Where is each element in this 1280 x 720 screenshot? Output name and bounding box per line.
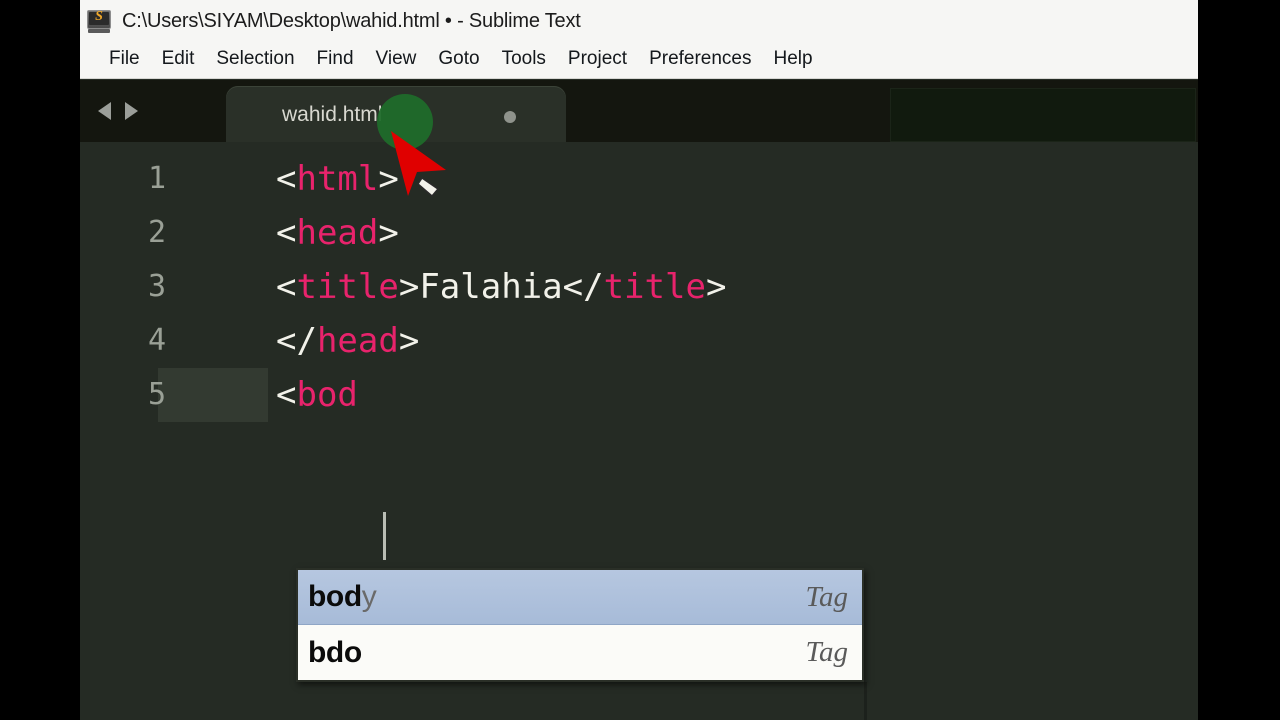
code-token-tag: bod (296, 375, 358, 415)
letterbox-left (0, 0, 80, 720)
code-token-tag: head (296, 213, 379, 253)
code-line-text[interactable]: <head> (276, 206, 399, 260)
tab-bar: wahid.html (80, 80, 1198, 222)
line-number: 5 (147, 377, 166, 412)
menu-item-file[interactable]: File (98, 46, 151, 74)
code-token-tag: title (296, 267, 399, 307)
unsaved-dot-icon[interactable] (504, 111, 516, 123)
menu-item-edit[interactable]: Edit (151, 46, 206, 74)
menu-item-view[interactable]: View (365, 46, 428, 74)
menu-item-project[interactable]: Project (557, 46, 638, 74)
app-icon-letter: S (95, 9, 103, 24)
menu-item-help[interactable]: Help (763, 46, 824, 74)
code-token-punct: > (378, 213, 399, 253)
line-number: 4 (147, 323, 166, 358)
menu-bar: File Edit Selection Find View Goto Tools… (80, 42, 1198, 79)
autocomplete-popup[interactable]: bod y Tag bdo Tag (296, 568, 864, 682)
title-bar: S C:\Users\SIYAM\Desktop\wahid.html • - … (80, 0, 1198, 42)
autocomplete-item-kind: Tag (805, 580, 848, 613)
code-token-punct: </ (562, 267, 604, 307)
line-number: 2 (147, 215, 166, 250)
letterbox-right (1198, 0, 1280, 720)
code-line: 2 <head> (80, 206, 1198, 260)
app-icon-base-shape (88, 29, 110, 33)
code-token-tag: title (603, 267, 706, 307)
menu-item-goto[interactable]: Goto (427, 46, 490, 74)
code-token-punct: < (276, 267, 297, 307)
active-line-gutter-highlight (158, 368, 268, 422)
menu-item-find[interactable]: Find (306, 46, 365, 74)
triangle-left-icon[interactable] (98, 102, 111, 120)
sublime-text-window: S C:\Users\SIYAM\Desktop\wahid.html • - … (80, 0, 1198, 720)
code-line-text[interactable]: <bod (276, 368, 358, 422)
code-token-punct: < (276, 375, 297, 415)
tab-label: wahid.html (282, 103, 383, 126)
code-token-punct: > (398, 321, 420, 361)
code-line-text[interactable]: <title>Falahia</title> (276, 260, 726, 314)
menu-item-preferences[interactable]: Preferences (638, 46, 762, 74)
line-number: 1 (147, 161, 166, 196)
code-token-punct: < (276, 213, 297, 253)
menu-item-tools[interactable]: Tools (491, 46, 557, 74)
code-token-plain: Falahia (419, 267, 563, 307)
autocomplete-item-bdo[interactable]: bdo Tag (298, 625, 862, 680)
autocomplete-item-kind: Tag (805, 636, 848, 668)
arrow-pointer-icon (391, 131, 446, 198)
code-line-text[interactable]: <html> (276, 152, 399, 206)
code-token-tag: head (316, 321, 399, 361)
code-line: 1 <html> (80, 152, 1198, 206)
menu-item-selection[interactable]: Selection (205, 46, 305, 74)
code-editor[interactable]: 1 <html> 2 <head> 3 <title>Falahia</title> 4 </… (80, 142, 1198, 720)
code-line: 4 </head> (80, 314, 1198, 368)
tab-navigation-arrows (92, 96, 168, 126)
triangle-right-icon[interactable] (125, 102, 138, 120)
autocomplete-item-body[interactable]: bod y Tag (298, 570, 862, 625)
tab-bar-empty-area (890, 88, 1196, 142)
code-token-punct: </ (276, 321, 317, 361)
code-token-punct: > (398, 267, 420, 307)
window-title: C:\Users\SIYAM\Desktop\wahid.html • - Su… (122, 9, 581, 32)
line-number: 3 (147, 269, 166, 304)
sublime-text-app-icon: S (86, 8, 112, 34)
screen-root: S C:\Users\SIYAM\Desktop\wahid.html • - … (0, 0, 1280, 720)
autocomplete-item-typed: bdo (308, 635, 362, 669)
code-token-punct: > (705, 267, 727, 307)
autocomplete-item-typed: bod (308, 580, 362, 613)
text-caret (383, 512, 386, 560)
autocomplete-popup-shadow (864, 682, 867, 720)
code-token-tag: html (296, 159, 379, 199)
code-line: 5 <bod (80, 368, 1198, 422)
code-line-text[interactable]: </head> (276, 314, 419, 368)
autocomplete-item-remainder: y (361, 580, 377, 613)
code-token-punct: < (276, 159, 297, 199)
code-line: 3 <title>Falahia</title> (80, 260, 1198, 314)
